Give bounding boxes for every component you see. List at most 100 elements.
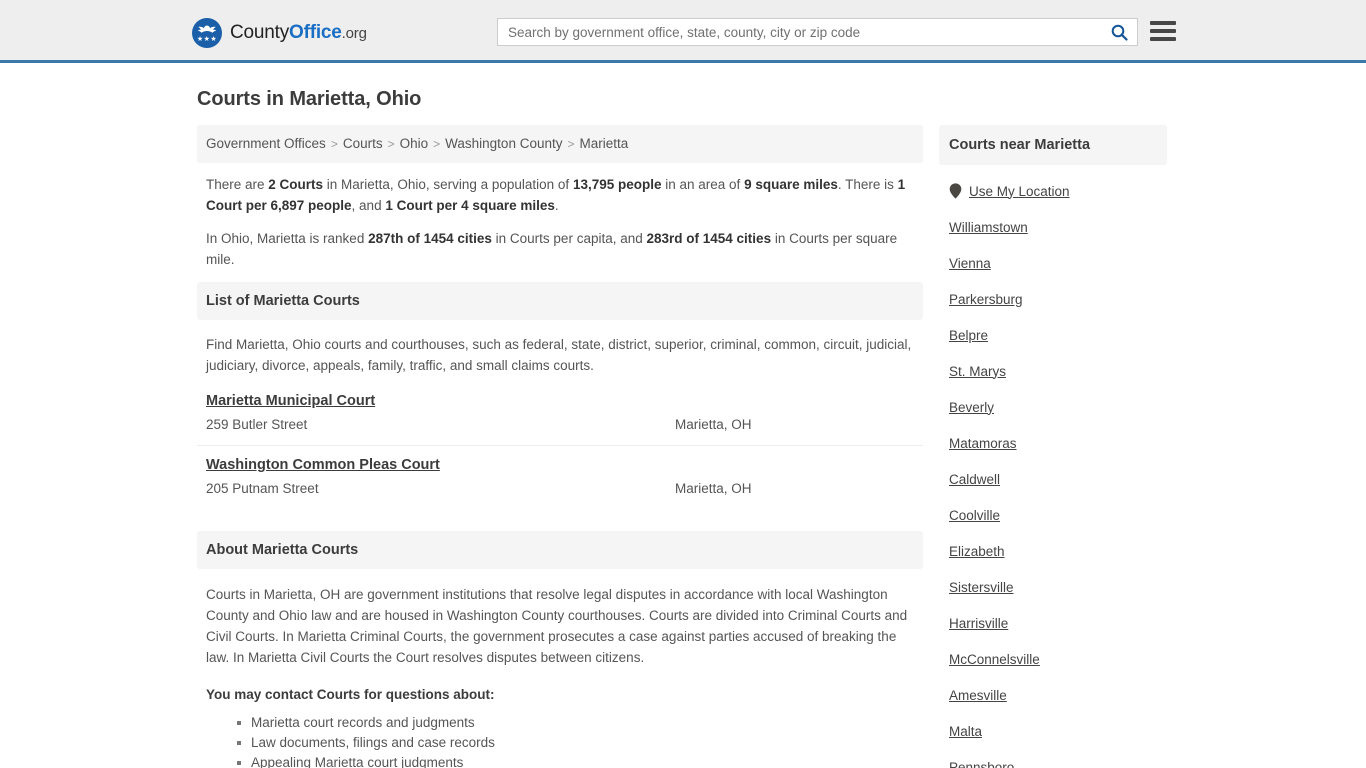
sidebar-link[interactable]: McConnelsville — [949, 652, 1040, 667]
sidebar-link[interactable]: Amesville — [949, 688, 1007, 703]
brand-part-office: Office — [289, 22, 342, 43]
brand-part-tld: .org — [341, 25, 367, 42]
stats-rank-per-capita: 287th of 1454 cities — [368, 231, 492, 246]
sidebar-link[interactable]: Harrisville — [949, 616, 1008, 631]
sidebar-nearby-list: Use My Location Williamstown Vienna Park… — [939, 165, 1167, 768]
sidebar: Courts near Marietta Use My Location Wil… — [939, 125, 1167, 768]
section-title: List of Marietta Courts — [206, 293, 360, 309]
menu-bar-1 — [1150, 21, 1176, 25]
sidebar-item-caldwell[interactable]: Caldwell — [949, 461, 1157, 497]
breadcrumb-separator: > — [330, 137, 338, 151]
sidebar-item-use-my-location[interactable]: Use My Location — [949, 173, 1157, 209]
court-details: 205 Putnam Street Marietta, OH — [206, 478, 914, 499]
sidebar-item-st-marys[interactable]: St. Marys — [949, 353, 1157, 389]
breadcrumb-item-government-offices[interactable]: Government Offices — [206, 136, 326, 151]
three-stars-icon: ★★★ — [196, 36, 218, 43]
page-title: Courts in Marietta, Ohio — [197, 88, 422, 110]
section-header-about-courts: About Marietta Courts — [197, 531, 923, 569]
countyoffice-emblem-icon: ★★★ — [192, 18, 222, 48]
breadcrumb-item-ohio[interactable]: Ohio — [400, 136, 429, 151]
stats-rank-per-square-mile: 283rd of 1454 cities — [646, 231, 772, 246]
sidebar-item-amesville[interactable]: Amesville — [949, 677, 1157, 713]
menu-bar-2 — [1150, 29, 1176, 33]
sidebar-item-mcconnelsville[interactable]: McConnelsville — [949, 641, 1157, 677]
sidebar-link[interactable]: Malta — [949, 724, 982, 739]
sidebar-item-elizabeth[interactable]: Elizabeth — [949, 533, 1157, 569]
stats-text: . — [554, 198, 559, 213]
stats-courts-per-area: 1 Court per 4 square miles — [385, 198, 555, 213]
page-body: Courts in Marietta, Ohio Government Offi… — [0, 63, 1366, 768]
court-address: 259 Butler Street — [206, 417, 308, 432]
two-column-layout: Government Offices > Courts > Ohio > Washingto… — [197, 125, 1177, 768]
about-paragraph: Courts in Marietta, OH are government in… — [206, 587, 908, 665]
map-pin-icon — [949, 183, 962, 199]
main-content-column: Government Offices > Courts > Ohio > Washingto… — [197, 125, 923, 768]
breadcrumb-item-washington-county[interactable]: Washington County — [445, 136, 562, 151]
use-my-location-link[interactable]: Use My Location — [969, 184, 1070, 199]
sidebar-link[interactable]: Beverly — [949, 400, 994, 415]
sidebar-link[interactable]: Williamstown — [949, 220, 1028, 235]
stats-text: in Courts per capita, and — [491, 231, 647, 246]
hamburger-menu-icon[interactable] — [1150, 19, 1176, 43]
sidebar-item-beverly[interactable]: Beverly — [949, 389, 1157, 425]
sidebar-link[interactable]: St. Marys — [949, 364, 1006, 379]
sidebar-link[interactable]: Parkersburg — [949, 292, 1023, 307]
list-item: Appealing Marietta court judgments — [237, 753, 914, 768]
statistics-block: There are 2 Courts in Marietta, Ohio, se… — [197, 163, 923, 270]
table-row: Washington Common Pleas Court 205 Putnam… — [197, 456, 923, 509]
stats-text: , and — [351, 198, 386, 213]
sidebar-link[interactable]: Belpre — [949, 328, 988, 343]
sidebar-header: Courts near Marietta — [939, 125, 1167, 165]
menu-bar-3 — [1150, 37, 1176, 41]
court-city: Marietta, OH — [675, 417, 752, 432]
sidebar-item-harrisville[interactable]: Harrisville — [949, 605, 1157, 641]
search-button[interactable] — [1101, 19, 1137, 45]
sidebar-item-sistersville[interactable]: Sistersville — [949, 569, 1157, 605]
stats-population: 13,795 people — [572, 177, 662, 192]
court-name-link[interactable]: Washington Common Pleas Court — [206, 457, 440, 473]
stats-paragraph-2: In Ohio, Marietta is ranked 287th of 145… — [206, 228, 914, 270]
breadcrumb-item-courts[interactable]: Courts — [343, 136, 383, 151]
table-row: Marietta Municipal Court 259 Butler Stre… — [197, 392, 923, 446]
sidebar-link[interactable]: Pennsboro — [949, 760, 1014, 768]
breadcrumb-separator: > — [433, 137, 441, 151]
stats-text: in an area of — [661, 177, 745, 192]
stats-text: . There is — [837, 177, 898, 192]
sidebar-item-matamoras[interactable]: Matamoras — [949, 425, 1157, 461]
sidebar-link[interactable]: Sistersville — [949, 580, 1014, 595]
court-list: Marietta Municipal Court 259 Butler Stre… — [197, 392, 923, 509]
stats-text: In Ohio, Marietta is ranked — [206, 231, 369, 246]
search-icon — [1111, 24, 1128, 41]
contact-lead-text: You may contact Courts for questions abo… — [206, 687, 495, 702]
site-header: ★★★ CountyOffice.org — [0, 0, 1366, 63]
sidebar-item-belpre[interactable]: Belpre — [949, 317, 1157, 353]
search-bar[interactable] — [497, 18, 1138, 46]
breadcrumb-separator: > — [387, 137, 395, 151]
stats-area: 9 square miles — [744, 177, 838, 192]
brand-wordmark: CountyOffice.org — [230, 22, 367, 44]
sidebar-link[interactable]: Coolville — [949, 508, 1000, 523]
list-item: Law documents, filings and case records — [237, 733, 914, 753]
sidebar-item-coolville[interactable]: Coolville — [949, 497, 1157, 533]
sidebar-link[interactable]: Caldwell — [949, 472, 1000, 487]
sidebar-link[interactable]: Vienna — [949, 256, 991, 271]
content-container: Courts in Marietta, Ohio Government Offi… — [189, 63, 1177, 768]
court-city: Marietta, OH — [675, 481, 752, 496]
eagle-icon — [197, 25, 217, 33]
court-address: 205 Putnam Street — [206, 481, 319, 496]
sidebar-link[interactable]: Matamoras — [949, 436, 1017, 451]
court-name-link[interactable]: Marietta Municipal Court — [206, 393, 375, 409]
sidebar-item-williamstown[interactable]: Williamstown — [949, 209, 1157, 245]
sidebar-item-malta[interactable]: Malta — [949, 713, 1157, 749]
section-header-list-of-courts: List of Marietta Courts — [197, 282, 923, 320]
search-input[interactable] — [498, 19, 1101, 45]
court-details: 259 Butler Street Marietta, OH — [206, 414, 914, 435]
sidebar-item-vienna[interactable]: Vienna — [949, 245, 1157, 281]
sidebar-link[interactable]: Elizabeth — [949, 544, 1005, 559]
breadcrumb-item-marietta: Marietta — [579, 136, 629, 151]
breadcrumb-separator: > — [567, 137, 575, 151]
sidebar-item-parkersburg[interactable]: Parkersburg — [949, 281, 1157, 317]
stats-courts-count: 2 Courts — [268, 177, 324, 192]
site-logo[interactable]: ★★★ CountyOffice.org — [192, 18, 367, 48]
sidebar-item-pennsboro[interactable]: Pennsboro — [949, 749, 1157, 768]
